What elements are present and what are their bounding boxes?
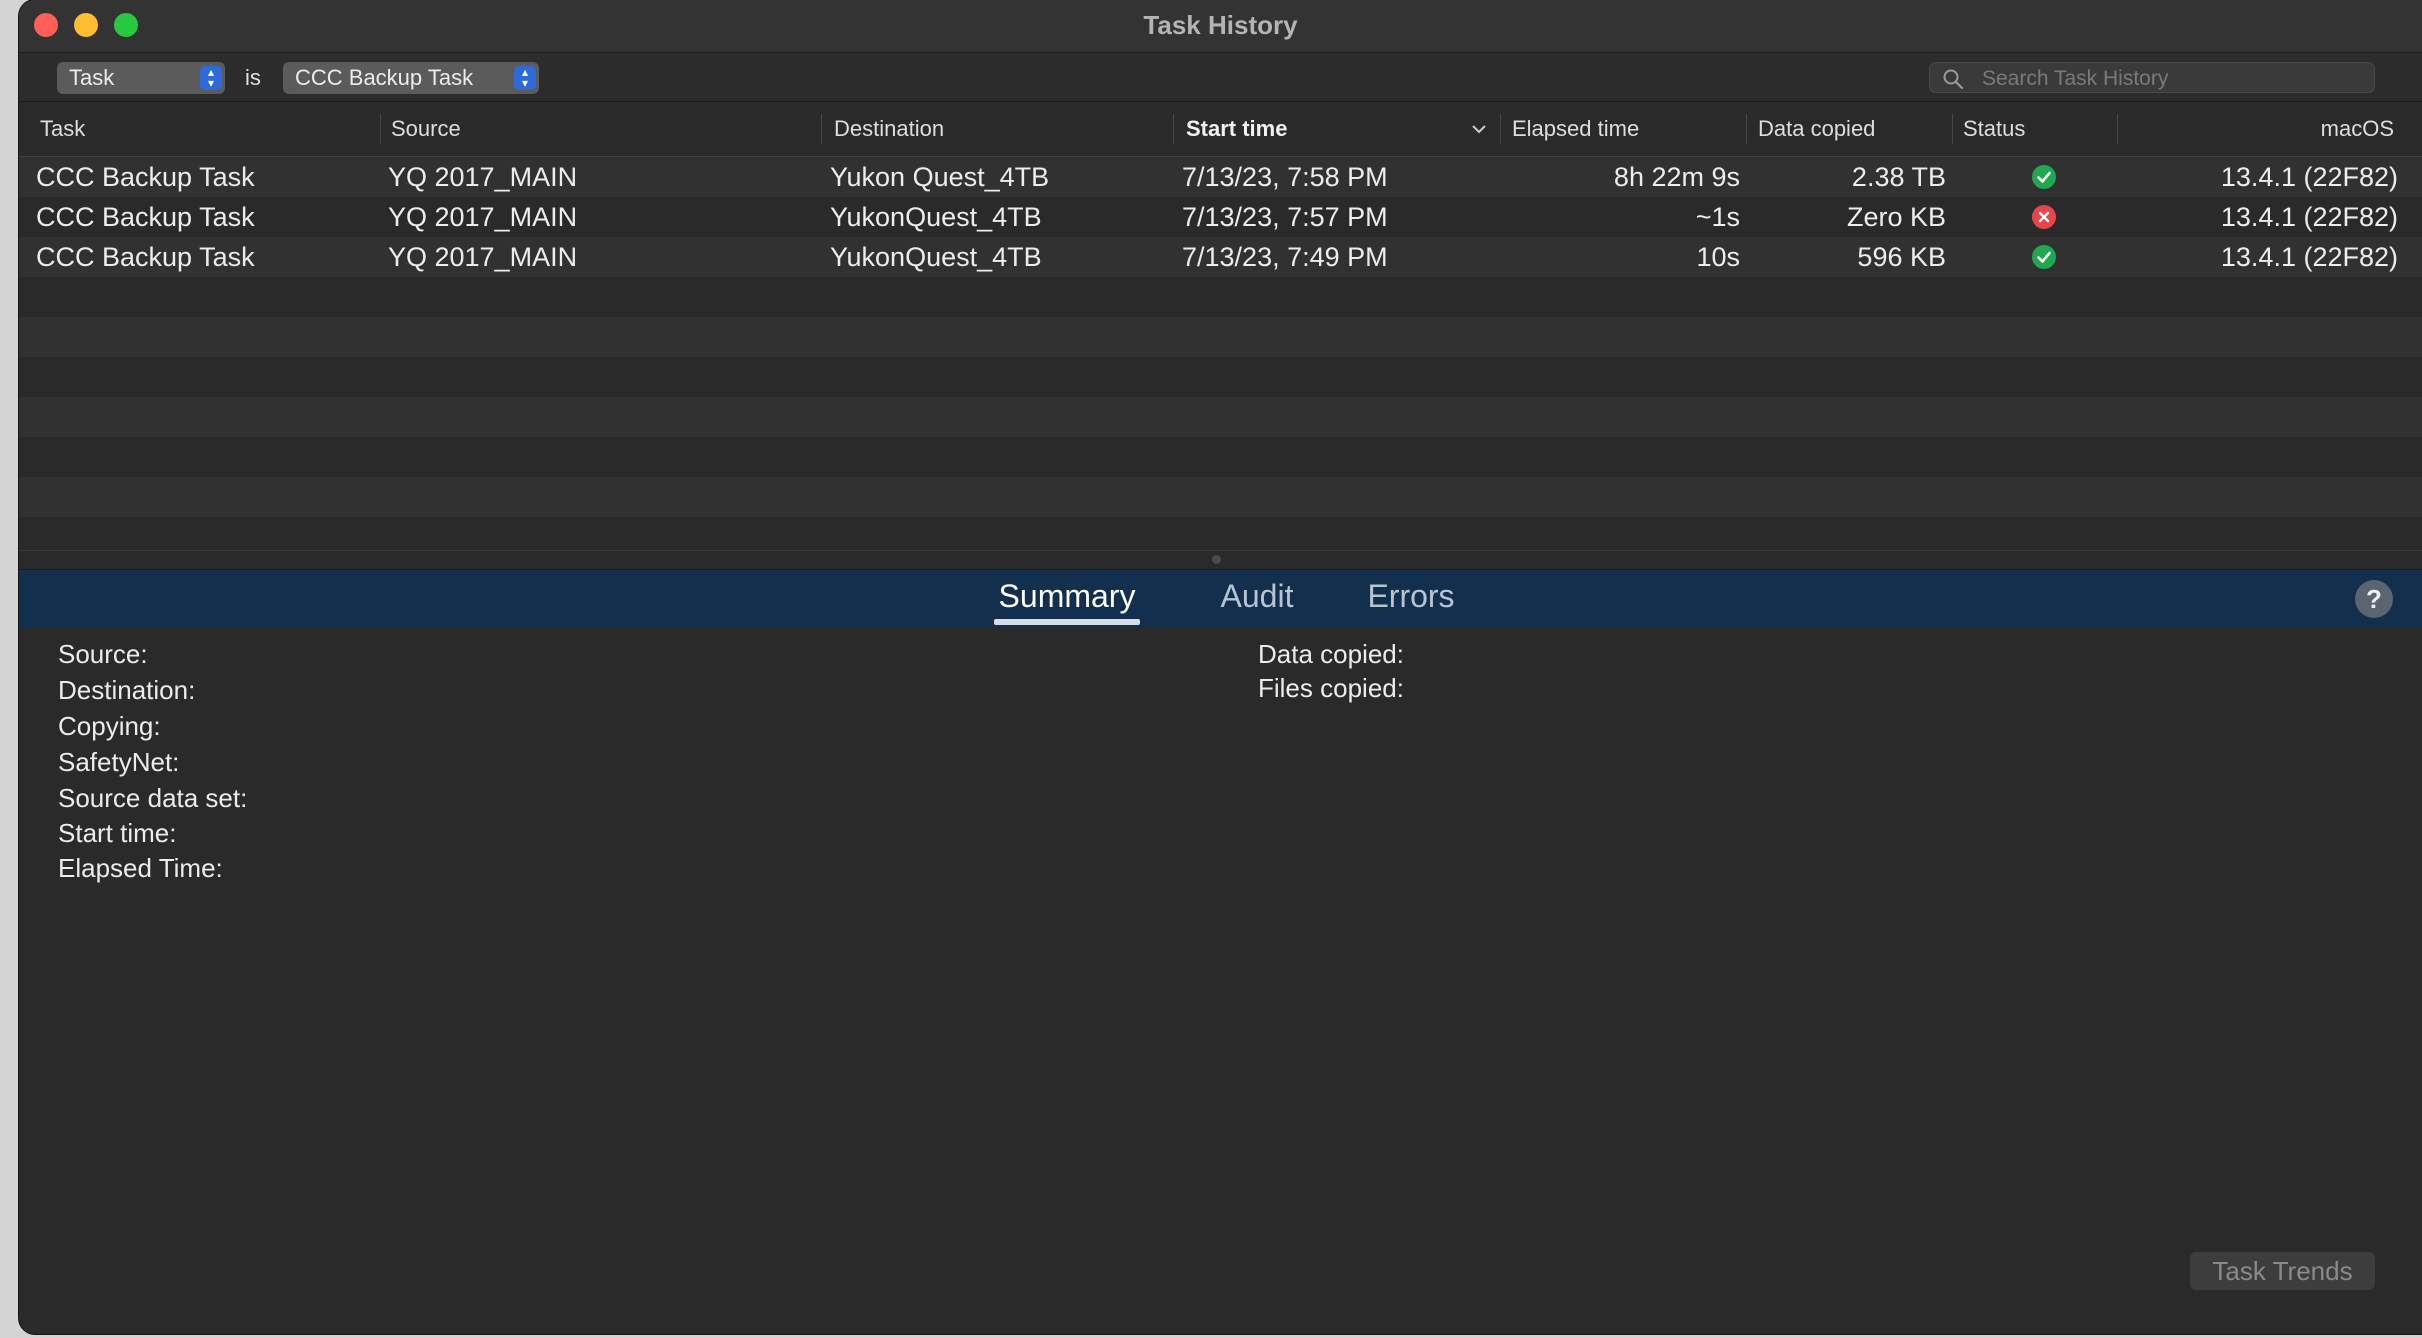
split-view-divider[interactable] — [19, 550, 2422, 570]
summary-start-time-label: Start time: — [58, 818, 177, 848]
empty-row — [19, 317, 2422, 357]
summary-destination-label: Destination: — [58, 675, 196, 705]
summary-source-data-set-label: Source data set: — [58, 783, 248, 813]
table-header: Task Source Destination Start time Elaps… — [19, 102, 2422, 157]
detail-tab-bar: Summary Audit Errors ? — [19, 570, 2422, 628]
summary-safetynet-label: SafetyNet: — [58, 747, 180, 777]
table-row[interactable]: CCC Backup Task YQ 2017_MAIN YukonQuest_… — [19, 197, 2422, 237]
tab-audit[interactable]: Audit — [1202, 570, 1312, 628]
active-tab-indicator — [994, 619, 1140, 625]
search-field[interactable] — [1929, 62, 2375, 94]
table-row[interactable]: CCC Backup Task YQ 2017_MAIN Yukon Quest… — [19, 157, 2422, 197]
empty-row — [19, 397, 2422, 437]
filter-field-popup[interactable]: Task ▴ ▾ — [57, 62, 225, 94]
sort-descending-icon — [1472, 125, 1486, 134]
search-icon — [1943, 69, 1964, 90]
filter-field-label: Task — [69, 65, 115, 90]
success-check-icon — [2032, 245, 2056, 269]
empty-row — [19, 277, 2422, 317]
summary-source-label: Source: — [58, 639, 148, 669]
column-header-start-time[interactable]: Start time — [1186, 102, 1466, 156]
summary-elapsed-time-label: Elapsed Time: — [58, 853, 223, 883]
filter-operator: is — [245, 65, 261, 90]
updown-chevron-icon: ▴ ▾ — [200, 66, 222, 90]
column-header-macos[interactable]: macOS — [2129, 102, 2394, 156]
task-history-table: CCC Backup Task YQ 2017_MAIN Yukon Quest… — [19, 157, 2422, 550]
column-header-data-copied[interactable]: Data copied — [1758, 102, 1958, 156]
summary-copying-label: Copying: — [58, 711, 161, 741]
filter-bar: Task ▴ ▾ is CCC Backup Task ▴ ▾ — [19, 53, 2422, 102]
search-input[interactable] — [1980, 63, 2364, 94]
window-title: Task History — [1143, 10, 1298, 40]
error-x-icon — [2032, 205, 2056, 229]
empty-row — [19, 477, 2422, 517]
task-trends-button[interactable]: Task Trends — [2190, 1252, 2375, 1290]
task-history-window: Task History Task ▴ ▾ is CCC Backup Task … — [19, 0, 2422, 1334]
empty-row — [19, 437, 2422, 477]
tab-errors[interactable]: Errors — [1352, 570, 1470, 628]
empty-row — [19, 517, 2422, 550]
column-header-source[interactable]: Source — [391, 102, 831, 156]
summary-files-copied-label: Files copied: — [1258, 673, 1404, 703]
title-bar: Task History — [19, 0, 2422, 53]
updown-chevron-icon: ▴ ▾ — [514, 66, 536, 90]
drag-handle-icon — [1212, 555, 1221, 564]
table-row[interactable]: CCC Backup Task YQ 2017_MAIN YukonQuest_… — [19, 237, 2422, 277]
filter-value-label: CCC Backup Task — [295, 65, 474, 90]
help-button[interactable]: ? — [2355, 580, 2393, 618]
filter-value-popup[interactable]: CCC Backup Task ▴ ▾ — [283, 62, 539, 94]
summary-data-copied-label: Data copied: — [1258, 639, 1404, 669]
column-header-task[interactable]: Task — [40, 102, 400, 156]
column-header-elapsed-time[interactable]: Elapsed time — [1512, 102, 1752, 156]
column-header-status[interactable]: Status — [1963, 102, 2123, 156]
success-check-icon — [2032, 165, 2056, 189]
empty-row — [19, 357, 2422, 397]
